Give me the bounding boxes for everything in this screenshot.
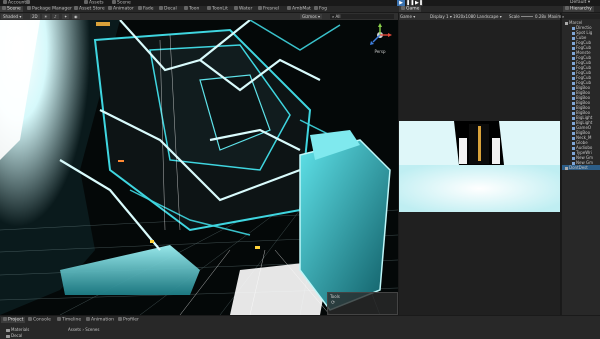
animation-icon: [86, 317, 90, 321]
tab-scene[interactable]: Scene: [0, 6, 23, 12]
display-dropdown[interactable]: Display 1 ▾: [430, 14, 452, 19]
effects-icon: ✦: [64, 14, 68, 19]
package-icon: [27, 6, 31, 10]
hidden-objects-toggle[interactable]: ◉: [72, 14, 80, 19]
tab-ambient[interactable]: AmbMat: [285, 6, 313, 12]
breadcrumb-scenes[interactable]: Scenes: [85, 327, 99, 332]
tab-water[interactable]: Water: [232, 6, 254, 12]
light-icon: ☀: [44, 14, 48, 19]
persp-label[interactable]: Persp: [368, 49, 392, 54]
game-view[interactable]: [399, 20, 560, 315]
transform-tool-icon[interactable]: ⟳: [328, 300, 397, 306]
lighting-toggle[interactable]: ☀: [42, 14, 50, 19]
hierarchy-panel: ⌕ Marcel Directio Spot Lig Cube FogCub FogCu…: [561, 13, 600, 315]
tab-fade[interactable]: Fade: [136, 6, 156, 12]
toon-icon: [184, 6, 188, 10]
audio-toggle[interactable]: ♪: [52, 14, 59, 19]
tab-console[interactable]: Console: [26, 317, 53, 323]
profiler-icon: [118, 317, 122, 321]
water-icon: [234, 6, 238, 10]
unity-icon: [112, 0, 116, 4]
search-icon: ⌕: [562, 14, 565, 19]
scale-slider[interactable]: [521, 16, 533, 17]
scene-search-input[interactable]: ⌕ All: [330, 14, 394, 19]
store-icon: [74, 6, 78, 10]
tab-fresnel[interactable]: Fresnel: [256, 6, 281, 12]
hierarchy-icon: [565, 6, 569, 10]
console-icon: [28, 317, 32, 321]
tab-asset-store[interactable]: Asset Store: [72, 6, 107, 12]
scene-view[interactable]: Persp Tools ⟳: [0, 20, 398, 315]
ambient-icon: [287, 6, 291, 10]
axis-gizmo-icon: [370, 23, 392, 45]
account-icon: [3, 0, 7, 4]
breadcrumb-assets[interactable]: Assets: [68, 327, 81, 332]
maximize-toggle[interactable]: Maxim: [548, 14, 561, 19]
tab-hierarchy[interactable]: Hierarchy: [563, 6, 594, 12]
camera-gizmo: [96, 22, 110, 26]
scene-render: [0, 20, 398, 315]
folder-icon: [84, 0, 88, 4]
fade-icon: [138, 6, 142, 10]
game-mode-dropdown[interactable]: Game ▾: [400, 14, 415, 19]
game-render: [399, 20, 560, 315]
tab-animator[interactable]: Animator: [106, 6, 136, 12]
game-toolbar: Game ▾ Display 1 ▾ 1920x1080 Landscape ▾…: [399, 13, 561, 20]
bottom-panel: Project Console Timeline Animation Profi…: [0, 315, 600, 339]
tab-decal[interactable]: Decal: [157, 6, 179, 12]
animator-icon: [108, 6, 112, 10]
speaker-icon: ♪: [54, 14, 57, 19]
folder-icon: [6, 328, 10, 332]
tools-overlay[interactable]: Tools ⟳: [327, 292, 398, 315]
tab-toon[interactable]: Toon: [182, 6, 201, 12]
tab-profiler[interactable]: Profiler: [116, 317, 141, 323]
tab-game[interactable]: Game: [399, 6, 422, 12]
scene-icon: [565, 166, 568, 170]
decal-icon: [159, 6, 163, 10]
toonlit-icon: [207, 6, 211, 10]
hierarchy-dontdestroy[interactable]: DontDest: [562, 165, 600, 170]
cloud-icon: [26, 0, 30, 4]
breadcrumb: Assets › Scenes: [68, 327, 99, 332]
tab-project[interactable]: Project: [1, 317, 26, 323]
effects-toggle[interactable]: ✦: [62, 14, 70, 19]
tab-package-manager[interactable]: Package Manager: [25, 6, 74, 12]
scale-label: Scale: [509, 14, 520, 19]
folder-icon: [3, 317, 7, 321]
eye-icon: ◉: [74, 14, 78, 19]
tab-timeline[interactable]: Timeline: [55, 317, 83, 323]
search-icon: ⌕: [332, 14, 335, 19]
fresnel-icon: [258, 6, 262, 10]
scene-toolbar: Shaded ▾ 2D ☀ ♪ ✦ ◉ Gizmos ▾ ⌕ All: [0, 13, 398, 20]
folder-decal[interactable]: Decal: [6, 333, 22, 338]
2d-toggle[interactable]: 2D: [30, 14, 40, 19]
shading-dropdown[interactable]: Shaded ▾: [1, 14, 24, 19]
scale-value: 0.28x: [535, 14, 547, 19]
hierarchy-search-input[interactable]: ⌕: [562, 14, 600, 19]
scene-icon: [2, 6, 6, 10]
fog-icon: [314, 6, 318, 10]
tab-fog[interactable]: Fog: [312, 6, 329, 12]
tab-toonlit[interactable]: ToonLit: [205, 6, 230, 12]
timeline-icon: [57, 317, 61, 321]
overlay-title: Tools: [330, 294, 340, 299]
resolution-dropdown[interactable]: 1920x1080 Landscape ▾: [453, 14, 502, 19]
tab-animation[interactable]: Animation: [84, 317, 116, 323]
editor-tab-row: Scene Package Manager Asset Store Animat…: [0, 6, 600, 13]
orientation-gizmo[interactable]: Persp: [368, 23, 392, 54]
game-icon: [401, 6, 405, 10]
gizmos-dropdown[interactable]: Gizmos ▾: [300, 14, 323, 19]
folder-icon: [6, 334, 10, 338]
folder-materials[interactable]: Materials: [6, 327, 29, 332]
